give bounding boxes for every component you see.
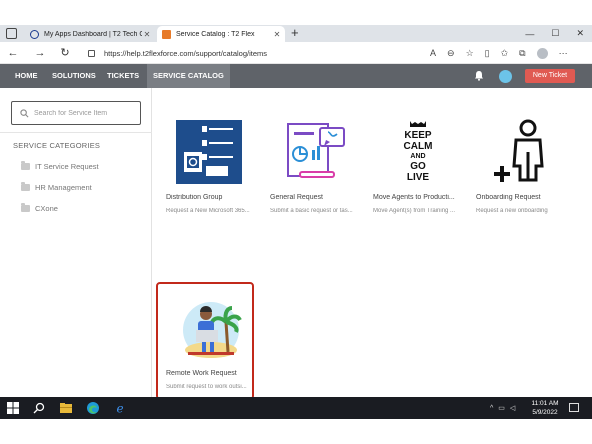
item-title[interactable]: Move Agents to Producti... xyxy=(373,194,463,201)
favorites-icon[interactable]: ✩ xyxy=(501,48,509,59)
windows-taskbar: e ^ ▭ ◁ 11:01 AM 5/9/2022 xyxy=(0,397,592,419)
category-hr-management[interactable]: HR Management xyxy=(21,181,92,193)
keep-calm-poster-icon: KEEP CALM AND GO LIVE xyxy=(404,121,433,183)
favorite-star-icon[interactable]: ☆ xyxy=(466,48,474,59)
catalog-item-distribution-group[interactable]: Distribution Group Request a New Microso… xyxy=(166,118,256,228)
minimize-icon[interactable]: — xyxy=(525,29,534,39)
back-arrow-icon[interactable]: ← xyxy=(6,45,20,61)
catalog-item-move-agents[interactable]: KEEP CALM AND GO LIVE Move Agents to Pro… xyxy=(373,118,463,228)
folder-icon xyxy=(21,160,30,170)
tab-title: Service Catalog : T2 Flex xyxy=(176,30,255,38)
network-icon[interactable]: ▭ xyxy=(498,404,505,412)
item-title[interactable]: Distribution Group xyxy=(166,194,256,201)
screen: My Apps Dashboard | T2 Tech G ✕ Service … xyxy=(0,0,592,444)
volume-icon[interactable]: ◁ xyxy=(510,404,515,412)
add-person-icon xyxy=(494,119,544,182)
nav-tickets[interactable]: TICKETS xyxy=(107,64,139,88)
item-description: Move Agent(s) from Training ... xyxy=(373,208,456,214)
browser-tab-my-apps[interactable]: My Apps Dashboard | T2 Tech G ✕ xyxy=(25,26,155,42)
remote-work-illustration-icon xyxy=(183,302,242,358)
maximize-icon[interactable]: ☐ xyxy=(551,28,559,39)
outlook-groups-icon xyxy=(176,120,242,184)
new-tab-button[interactable]: + xyxy=(291,25,299,41)
internet-explorer-icon[interactable]: e xyxy=(113,401,127,416)
category-label: HR Management xyxy=(35,182,92,192)
address-bar-row: ← → ↻ https://help.t2flexforce.com/suppo… xyxy=(0,42,592,64)
clock-time: 11:01 AM xyxy=(531,400,559,407)
nav-service-catalog[interactable]: SERVICE CATALOG xyxy=(147,64,230,88)
taskbar-clock[interactable]: 11:01 AM 5/9/2022 xyxy=(528,399,562,417)
search-input[interactable] xyxy=(34,109,134,117)
file-explorer-icon[interactable] xyxy=(59,401,73,415)
folder-icon xyxy=(21,181,30,191)
nav-home[interactable]: HOME xyxy=(15,64,38,88)
bell-icon[interactable] xyxy=(474,70,484,81)
nav-solutions[interactable]: SOLUTIONS xyxy=(52,64,96,88)
notification-center-icon[interactable] xyxy=(569,403,579,412)
tab-actions-icon[interactable] xyxy=(6,28,17,39)
windows-start-icon[interactable] xyxy=(6,401,20,415)
service-search-box[interactable] xyxy=(11,101,141,125)
system-tray: ^ ▭ ◁ xyxy=(490,401,515,415)
keep-calm-line-2: CALM xyxy=(404,141,433,152)
keep-calm-line-3: AND xyxy=(410,153,425,160)
collections-icon[interactable]: ⧉ xyxy=(519,48,525,59)
category-it-service-request[interactable]: IT Service Request xyxy=(21,160,99,172)
catalog-item-onboarding-request[interactable]: Onboarding Request Request a new onboard… xyxy=(476,118,566,228)
item-title[interactable]: Onboarding Request xyxy=(476,194,566,201)
keep-calm-line-5: LIVE xyxy=(407,172,430,183)
browser-tab-bar: My Apps Dashboard | T2 Tech G ✕ Service … xyxy=(0,25,592,42)
user-avatar[interactable] xyxy=(499,70,512,83)
item-description: Submit a basic request or tas... xyxy=(270,208,353,214)
item-title[interactable]: Remote Work Request xyxy=(166,370,256,377)
divider xyxy=(0,132,152,133)
search-icon[interactable] xyxy=(32,401,46,415)
item-description: Submit request to work outsi... xyxy=(166,384,247,390)
catalog-item-remote-work-request[interactable]: Remote Work Request Submit request to wo… xyxy=(166,294,256,404)
read-aloud-icon[interactable]: A xyxy=(430,48,436,58)
new-ticket-button[interactable]: New Ticket xyxy=(525,69,575,83)
document-chat-icon xyxy=(287,123,345,178)
url-text: https://help.t2flexforce.com/support/cat… xyxy=(104,48,267,58)
category-cxone[interactable]: CXone xyxy=(21,202,58,214)
catalog-item-general-request[interactable]: General Request Submit a basic request o… xyxy=(270,118,360,228)
browser-tab-service-catalog[interactable]: Service Catalog : T2 Flex ✕ xyxy=(157,26,285,42)
sidebar: SERVICE CATEGORIES IT Service Request HR… xyxy=(0,88,152,397)
profile-avatar-icon[interactable] xyxy=(536,47,548,59)
folder-icon xyxy=(21,202,30,212)
browser-toolbar: A ⊖ ☆ ▯ ✩ ⧉ ⋯ xyxy=(430,45,568,61)
edge-browser-icon[interactable] xyxy=(86,401,100,415)
tray-expand-icon[interactable]: ^ xyxy=(490,405,493,412)
window-controls: — ☐ ✕ xyxy=(525,25,584,42)
app-navbar: HOME SOLUTIONS TICKETS SERVICE CATALOG N… xyxy=(0,64,592,88)
url-field[interactable]: https://help.t2flexforce.com/support/cat… xyxy=(84,45,477,61)
close-tab-icon[interactable]: ✕ xyxy=(272,30,282,39)
item-description: Request a new onboarding xyxy=(476,208,548,214)
lock-icon xyxy=(88,49,95,57)
categories-heading: SERVICE CATEGORIES xyxy=(13,141,101,150)
refresh-icon[interactable]: ↻ xyxy=(58,45,72,61)
keep-calm-line-4: GO xyxy=(410,161,426,172)
item-title[interactable]: General Request xyxy=(270,194,360,201)
forward-arrow-icon[interactable]: → xyxy=(33,45,47,61)
zoom-icon[interactable]: ⊖ xyxy=(447,48,455,59)
more-menu-icon[interactable]: ⋯ xyxy=(559,48,568,59)
clock-date: 5/9/2022 xyxy=(532,409,558,416)
t2flex-favicon-icon xyxy=(162,29,171,39)
close-tab-icon[interactable]: ✕ xyxy=(142,30,152,39)
svg-text:e: e xyxy=(116,402,123,416)
category-label: IT Service Request xyxy=(35,161,99,171)
search-icon xyxy=(20,108,29,117)
close-window-icon[interactable]: ✕ xyxy=(576,28,584,39)
split-screen-icon[interactable]: ▯ xyxy=(485,48,490,59)
keep-calm-line-1: KEEP xyxy=(404,130,432,141)
category-label: CXone xyxy=(35,203,58,213)
tab-title: My Apps Dashboard | T2 Tech G xyxy=(44,30,142,38)
item-description: Request a New Microsoft 365... xyxy=(166,208,250,214)
t2-favicon-icon xyxy=(30,29,39,39)
